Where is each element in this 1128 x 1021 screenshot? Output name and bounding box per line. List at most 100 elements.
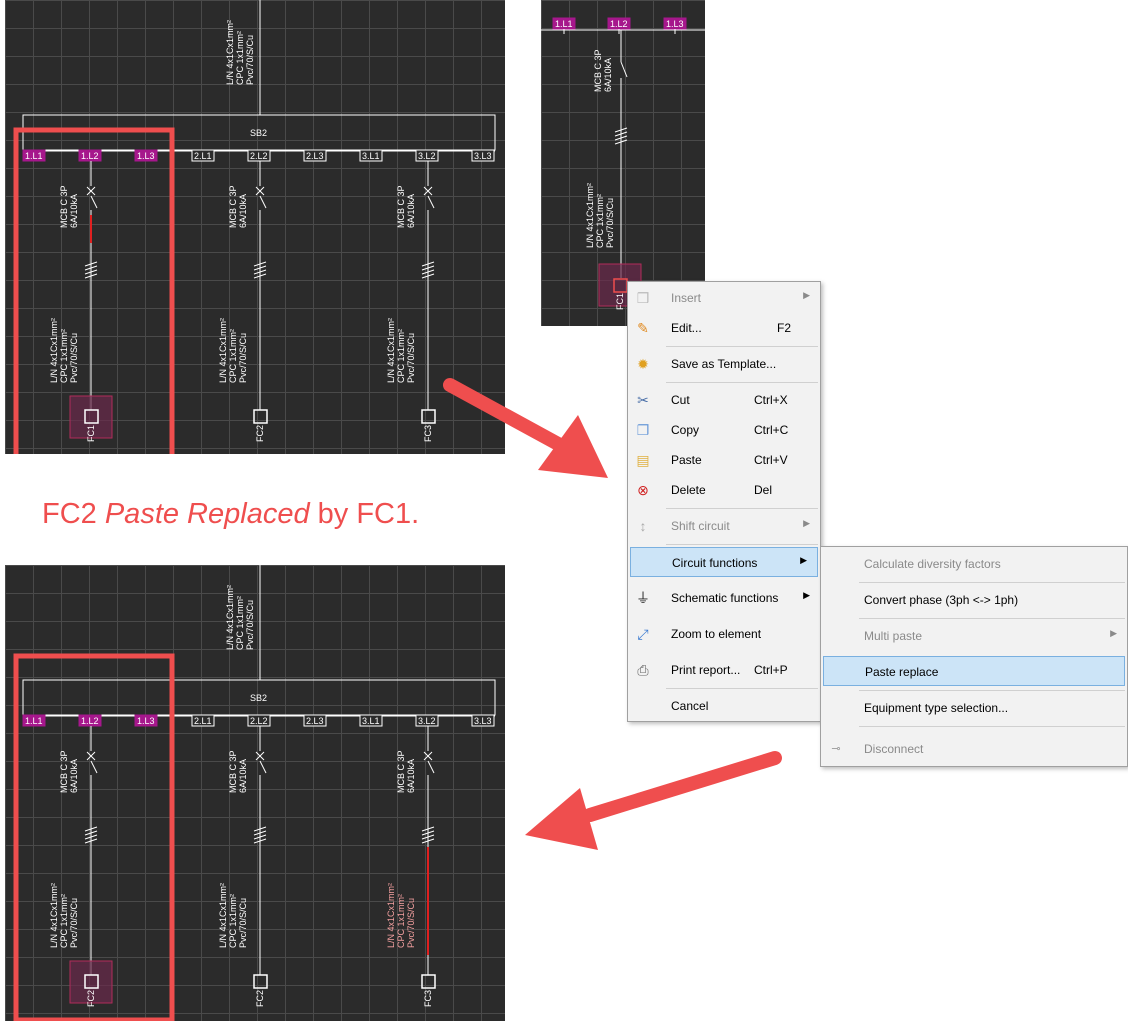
cable-line2: CPC 1x1mm² (228, 894, 238, 948)
menu-label: Equipment type selection... (864, 701, 1009, 715)
menu-label: Save as Template... (671, 357, 777, 371)
phase-tag-label: 2.L1 (194, 151, 212, 161)
menu-item-copy[interactable]: ❐ Copy Ctrl+C (628, 415, 820, 445)
preview-schematic-canvas[interactable]: 1.L1 1.L2 1.L3 MCB C 3P 6A/10kA L/N 4x1Cx1… (541, 0, 705, 326)
menu-separator (859, 582, 1125, 583)
menu-item-zoom[interactable]: ⤢ Zoom to element (628, 619, 820, 649)
submenu-arrow-icon: ▶ (800, 555, 807, 565)
copy-icon: ❐ (636, 422, 650, 438)
menu-label: Copy (671, 423, 700, 437)
menu-label: Convert phase (3ph <-> 1ph) (864, 593, 1019, 607)
circuit[interactable]: MCB C 3P 6A/10kA L/N 4x1Cx1mm² CPC 1x1mm² Pv… (49, 161, 113, 442)
phase-tag-label: 1.L1 (555, 19, 573, 29)
breaker-line1: MCB C 3P (396, 185, 406, 228)
cable-line3: Pvc/70/S/Cu (69, 333, 79, 383)
menu-separator (666, 508, 818, 509)
menu-item-print[interactable]: ⎙ Print report... Ctrl+P (628, 655, 820, 685)
submenu-arrow-icon: ▶ (803, 290, 810, 300)
menu-item-schematic-functions[interactable]: ⏚ Schematic functions ▶ (628, 583, 820, 613)
submenu-item-equipment-type[interactable]: Equipment type selection... (821, 693, 1127, 723)
submenu-arrow-icon: ▶ (803, 590, 810, 600)
circuit[interactable]: MCB C 3P 6A/10kA L/N 4x1Cx1mm² CPC 1x1mm² Pv… (386, 726, 436, 1007)
phase-tag-label: 3.L1 (362, 716, 380, 726)
menu-separator (859, 690, 1125, 691)
submenu-item-multi-paste[interactable]: Multi paste ▶ (821, 621, 1127, 651)
circuit[interactable]: MCB C 3P 6A/10kA L/N 4x1Cx1mm² CPC 1x1mm² Pv… (218, 161, 268, 442)
feed-cable-line1: L/N 4x1Cx1mm² (225, 20, 235, 85)
menu-item-paste[interactable]: ▤ Paste Ctrl+V (628, 445, 820, 475)
cable-line1: L/N 4x1Cx1mm² (49, 318, 59, 383)
context-menu: ❒ Insert ▶ ✎ Edit... F2 ✹ Save as Templa… (627, 281, 821, 722)
cable-line3: Pvc/70/S/Cu (406, 333, 416, 383)
menu-item-insert[interactable]: ❒ Insert ▶ (628, 283, 820, 313)
menu-item-delete[interactable]: ⊗ Delete Del (628, 475, 820, 505)
menu-label: Cancel (671, 699, 709, 713)
phase-tag-label: 3.L1 (362, 151, 380, 161)
menu-label: Edit... (671, 321, 702, 335)
menu-label: Zoom to element (671, 627, 762, 641)
submenu-arrow-icon: ▶ (803, 518, 810, 528)
cable-line3: Pvc/70/S/Cu (238, 898, 248, 948)
menu-item-cancel[interactable]: Cancel (628, 691, 820, 721)
cable-line1: L/N 4x1Cx1mm² (386, 318, 396, 383)
board-label: SB2 (250, 128, 267, 138)
menu-separator (859, 618, 1125, 619)
menu-label: Cut (671, 393, 690, 407)
circuit-terminal[interactable] (421, 409, 436, 424)
menu-label: Paste replace (865, 665, 939, 679)
cable-line3: Pvc/70/S/Cu (238, 333, 248, 383)
template-icon: ✹ (637, 356, 649, 372)
menu-shortcut: F2 (777, 321, 792, 335)
feed-cable-line3: Pvc/70/S/Cu (245, 600, 255, 650)
top-schematic-canvas[interactable]: L/N 4x1Cx1mm² CPC 1x1mm² Pvc/70/S/Cu SB2… (5, 0, 505, 454)
breaker-line2: 6A/10kA (238, 194, 248, 228)
submenu-item-convert-phase[interactable]: Convert phase (3ph <-> 1ph) (821, 585, 1127, 615)
circuit-label: FC2 (86, 990, 96, 1007)
breaker-line1: MCB C 3P (228, 185, 238, 228)
menu-shortcut: Ctrl+P (754, 663, 788, 677)
circuit-label: FC3 (423, 425, 433, 442)
phase-tag-label: 1.L2 (610, 19, 628, 29)
circuit-terminal[interactable] (253, 409, 268, 424)
bottom-schematic-canvas[interactable]: L/N 4x1Cx1mm² CPC 1x1mm² Pvc/70/S/Cu SB2… (5, 565, 505, 1021)
menu-shortcut: Ctrl+V (754, 453, 788, 467)
preview-breaker-line2: 6A/10kA (603, 58, 613, 92)
phase-tag-label: 2.L1 (194, 716, 212, 726)
menu-item-edit[interactable]: ✎ Edit... F2 (628, 313, 820, 343)
submenu-item-paste-replace[interactable]: Paste replace (823, 656, 1125, 686)
feed-cable-line1: L/N 4x1Cx1mm² (225, 585, 235, 650)
menu-separator (666, 346, 818, 347)
phase-tag-label: 1.L2 (81, 716, 99, 726)
delete-icon: ⊗ (637, 482, 649, 498)
cable-line2: CPC 1x1mm² (59, 329, 69, 383)
menu-shortcut: Del (754, 483, 773, 497)
phase-tag-label: 3.L3 (474, 716, 492, 726)
submenu-item-diversity[interactable]: Calculate diversity factors (821, 549, 1127, 579)
circuit[interactable]: MCB C 3P 6A/10kA L/N 4x1Cx1mm² CPC 1x1mm² Pv… (386, 161, 436, 442)
menu-label: Schematic functions (671, 591, 779, 605)
phase-tag-label: 1.L3 (666, 19, 684, 29)
circuit-terminal[interactable] (253, 974, 268, 989)
menu-item-save-template[interactable]: ✹ Save as Template... (628, 349, 820, 379)
menu-label: Print report... (671, 663, 741, 677)
circuit[interactable]: MCB C 3P 6A/10kA L/N 4x1Cx1mm² CPC 1x1mm² Pv… (218, 726, 268, 1007)
insert-icon: ❒ (636, 290, 650, 306)
circuit-label: FC1 (86, 425, 96, 442)
menu-label: Calculate diversity factors (864, 557, 1001, 571)
menu-item-cut[interactable]: ✂ Cut Ctrl+X (628, 385, 820, 415)
circuit-functions-submenu: Calculate diversity factors Convert phas… (820, 546, 1128, 767)
circuit[interactable]: MCB C 3P 6A/10kA L/N 4x1Cx1mm² CPC 1x1mm² Pv… (49, 726, 113, 1007)
breaker-line2: 6A/10kA (69, 759, 79, 793)
circuit-label: FC2 (255, 425, 265, 442)
board-label: SB2 (250, 693, 267, 703)
phase-tag-label: 2.L2 (250, 151, 268, 161)
menu-item-shift-circuit[interactable]: ↕ Shift circuit ▶ (628, 511, 820, 541)
print-icon: ⎙ (637, 662, 649, 678)
paste-icon: ▤ (636, 452, 650, 468)
menu-item-circuit-functions[interactable]: Circuit functions ▶ (630, 547, 818, 577)
cable-line1: L/N 4x1Cx1mm² (49, 883, 59, 948)
cable-line3: Pvc/70/S/Cu (406, 898, 416, 948)
circuit-terminal[interactable] (421, 974, 436, 989)
submenu-item-disconnect[interactable]: ⊸ Disconnect (821, 734, 1127, 764)
breaker-line1: MCB C 3P (228, 750, 238, 793)
